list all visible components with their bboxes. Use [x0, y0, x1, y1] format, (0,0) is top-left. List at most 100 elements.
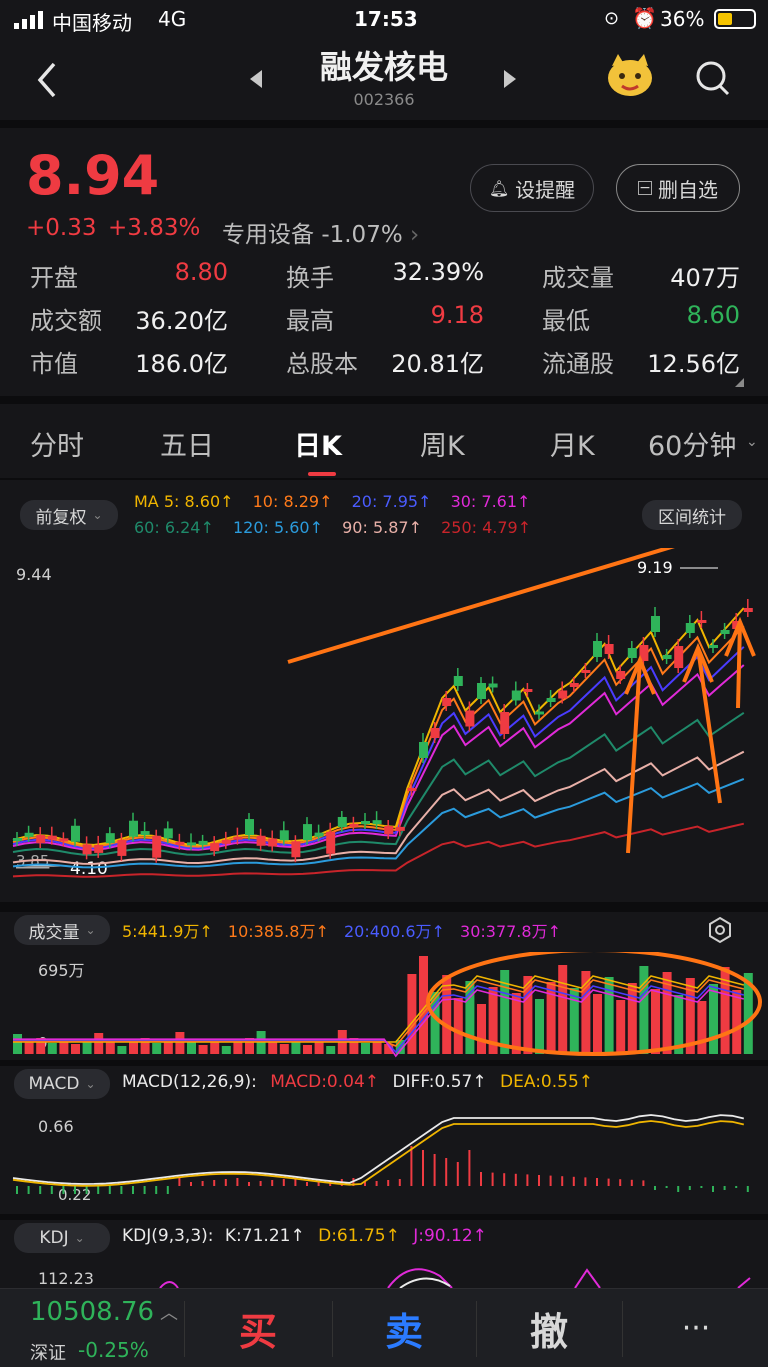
- ma-legend-row2: 60: 6.24↑ 120: 5.60↑ 90: 5.87↑ 250: 4.79…: [134, 518, 531, 537]
- chevron-down-icon: ⌄: [85, 923, 96, 937]
- sector-link[interactable]: 专用设备 -1.07% ›: [222, 215, 419, 249]
- expand-corner-icon[interactable]: [735, 378, 744, 387]
- ma250-value: 250: 4.79↑: [441, 518, 532, 537]
- chevron-up-icon[interactable]: ︿: [160, 1299, 178, 1325]
- annotation-trendline: [287, 548, 675, 664]
- vol-ma10: 10:385.8万↑: [227, 922, 329, 941]
- macd-bar: [422, 1150, 424, 1186]
- kdj-dropdown[interactable]: KDJ ⌄: [14, 1223, 110, 1253]
- range-stats-label: 区间统计: [658, 507, 726, 528]
- candle: [233, 836, 243, 840]
- candle: [303, 824, 312, 841]
- volume-bar: [105, 1041, 115, 1054]
- macd-bar: [561, 1176, 564, 1186]
- tab-0[interactable]: 分时: [30, 424, 84, 463]
- lock-rotation-icon: ⊙: [604, 8, 620, 29]
- set-alert-button[interactable]: 🔔︎ 设提醒: [470, 164, 594, 212]
- candle: [105, 833, 115, 844]
- volume-bar: [511, 993, 521, 1054]
- sell-button[interactable]: 卖: [334, 1289, 474, 1367]
- volume-bar: [627, 983, 637, 1054]
- macd-bar: [654, 1186, 656, 1190]
- macd-bar: [271, 1180, 274, 1186]
- candle: [627, 648, 637, 658]
- k-value: K:71.21↑: [224, 1226, 305, 1246]
- tab-4[interactable]: 月K: [550, 424, 595, 463]
- macd-bar: [108, 1186, 111, 1194]
- candle: [395, 826, 405, 831]
- tab-3[interactable]: 周K: [420, 424, 465, 463]
- stats-grid: 开盘 8.80 换手 32.39% 成交量 407万 成交额 36.20亿 最高 9.18 最低 8.…: [0, 256, 768, 386]
- candle: [94, 844, 104, 853]
- candle: [384, 825, 394, 834]
- macd-bar: [410, 1146, 413, 1186]
- battery-icon: [714, 9, 756, 29]
- ma90-value: 90: 5.87↑: [342, 518, 422, 537]
- macd-dropdown[interactable]: MACD ⌄: [14, 1069, 110, 1099]
- candle: [47, 835, 57, 840]
- back-arrow-icon[interactable]: [30, 60, 66, 100]
- prev-stock-icon[interactable]: [248, 68, 264, 94]
- kline-chart[interactable]: 9.44 3.85 4.10 9.19: [0, 548, 768, 900]
- vol-y-top: 695万: [38, 961, 85, 980]
- last-price: 8.94: [26, 144, 160, 207]
- candle: [163, 828, 173, 839]
- candle: [593, 641, 602, 657]
- bell-icon: 🔔︎: [488, 178, 510, 198]
- search-icon[interactable]: [694, 58, 732, 98]
- macd-bar: [549, 1175, 552, 1186]
- stat-value: 32.39%: [392, 258, 484, 286]
- tab-2[interactable]: 日K: [294, 424, 342, 463]
- section-divider: [0, 396, 768, 404]
- macd-chart[interactable]: 0.66 0.22: [0, 1104, 768, 1214]
- macd-bar: [526, 1174, 529, 1186]
- more-button[interactable]: ···: [624, 1289, 768, 1367]
- chevron-right-icon: ›: [410, 222, 420, 248]
- remove-watchlist-button[interactable]: − 删自选: [616, 164, 740, 212]
- macd-bar: [619, 1179, 622, 1186]
- chevron-down-icon: ⌄: [74, 1231, 85, 1245]
- status-bar: 中国移动 4G 17:53 ⊙ ⏰ 36%: [0, 0, 768, 40]
- bottom-divider: [184, 1301, 185, 1357]
- kdj-j-peak: [574, 1268, 601, 1288]
- section-divider: [0, 1060, 768, 1066]
- macd-bar: [259, 1181, 262, 1186]
- candle: [175, 841, 185, 845]
- tab-5[interactable]: 60分钟: [648, 424, 736, 463]
- next-stock-icon[interactable]: [502, 68, 518, 94]
- adjust-dropdown[interactable]: 前复权 ⌄: [20, 500, 118, 530]
- volume-chart[interactable]: 695万 0: [0, 952, 768, 1060]
- kdj-chart[interactable]: 112.23: [0, 1256, 768, 1288]
- candle: [291, 841, 301, 858]
- candle: [442, 698, 452, 706]
- stat-label: 开盘: [30, 264, 78, 292]
- mascot-icon[interactable]: [604, 52, 656, 100]
- volume-bar: [361, 1043, 370, 1054]
- section-divider: [0, 120, 768, 128]
- ma5-value: MA 5: 8.60↑: [134, 492, 234, 511]
- volume-bar: [569, 988, 579, 1054]
- sector-change: -1.07%: [321, 222, 403, 248]
- settings-icon[interactable]: [706, 916, 734, 944]
- diff-value: DIFF:0.57↑: [392, 1072, 487, 1092]
- tab-1[interactable]: 五日: [160, 424, 214, 463]
- vol-ma30: 30:377.8万↑: [460, 922, 561, 941]
- cancel-order-button[interactable]: 撤: [478, 1289, 620, 1367]
- stat-value: 8.80: [174, 258, 228, 286]
- index-value[interactable]: 10508.76: [30, 1297, 154, 1327]
- macd-bar: [596, 1178, 598, 1186]
- macd-bar: [85, 1186, 88, 1194]
- battery-percent: 36%: [660, 7, 705, 31]
- volume-dropdown[interactable]: 成交量 ⌄: [14, 915, 110, 945]
- candle: [256, 835, 266, 846]
- macd-bar: [514, 1173, 517, 1186]
- buy-button[interactable]: 买: [186, 1289, 330, 1367]
- macd-bar: [143, 1186, 146, 1194]
- volume-bar: [24, 1042, 34, 1054]
- range-stats-button[interactable]: 区间统计: [642, 500, 742, 530]
- volume-bar: [442, 975, 452, 1054]
- candle: [674, 646, 684, 668]
- clock: 17:53: [354, 7, 418, 31]
- macd-bar: [155, 1186, 158, 1194]
- d-value: D:61.75↑: [318, 1226, 400, 1246]
